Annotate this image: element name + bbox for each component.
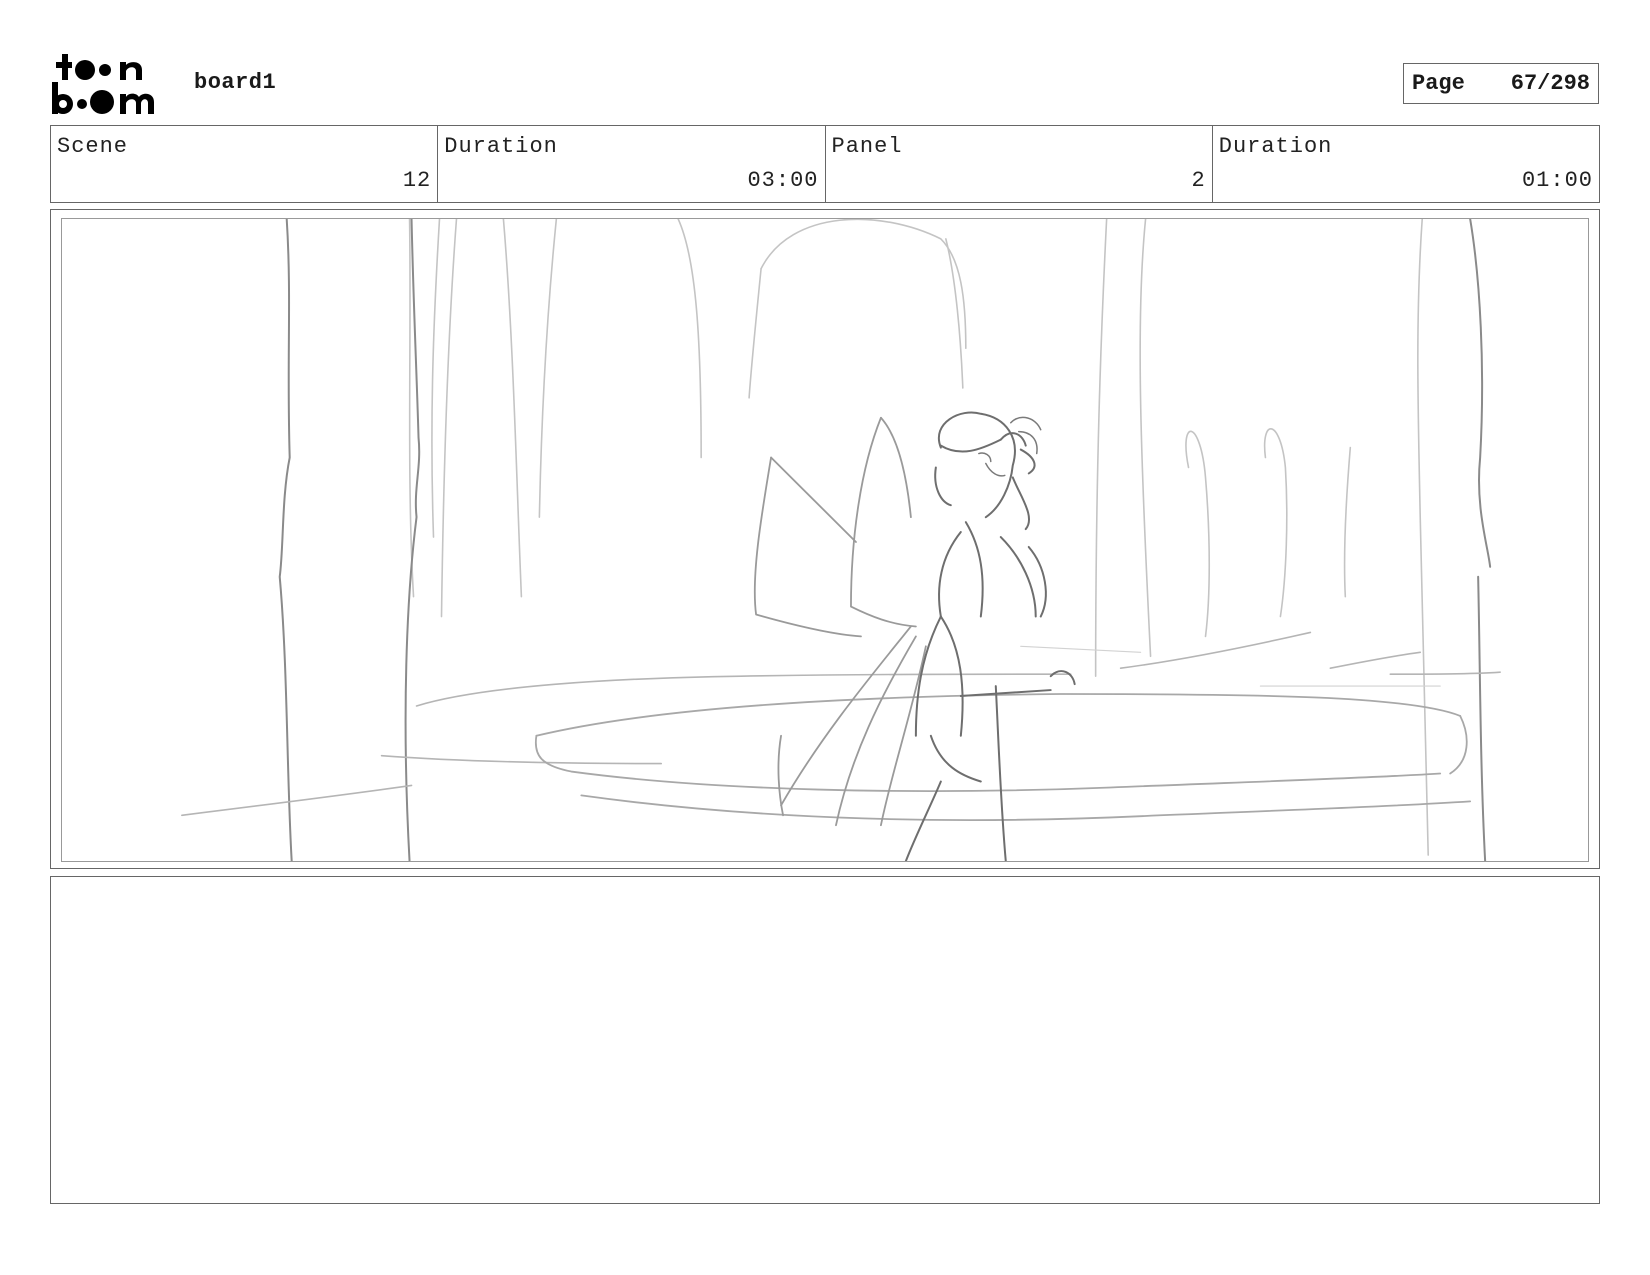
info-row: Scene 12 Duration 03:00 Panel 2 Duration… (50, 125, 1600, 203)
scene-duration-label: Duration (444, 134, 558, 159)
panel-duration-label: Duration (1218, 134, 1333, 159)
page-number: 67/298 (1510, 71, 1590, 96)
panel-label: Panel (831, 134, 903, 159)
panel-duration-cell: Duration 01:00 (1213, 126, 1599, 202)
storyboard-panel (50, 209, 1600, 869)
sketch-image (181, 219, 1501, 861)
scene-duration-cell: Duration 03:00 (438, 126, 826, 202)
page-label: Page (1412, 71, 1465, 96)
scene-label: Scene (57, 134, 129, 159)
scene-cell: Scene 12 (51, 126, 439, 202)
toonboom-logo (52, 52, 174, 116)
scene-duration-value: 03:00 (747, 168, 819, 193)
panel-value: 2 (1191, 168, 1206, 193)
page-indicator: Page 67/298 (1403, 63, 1599, 104)
panel-cell: Panel 2 (826, 126, 1213, 202)
panel-drawing (61, 218, 1589, 862)
panel-notes-area (50, 876, 1600, 1204)
board-title: board1 (194, 70, 277, 95)
scene-value: 12 (402, 168, 432, 193)
panel-duration-value: 01:00 (1521, 168, 1593, 193)
